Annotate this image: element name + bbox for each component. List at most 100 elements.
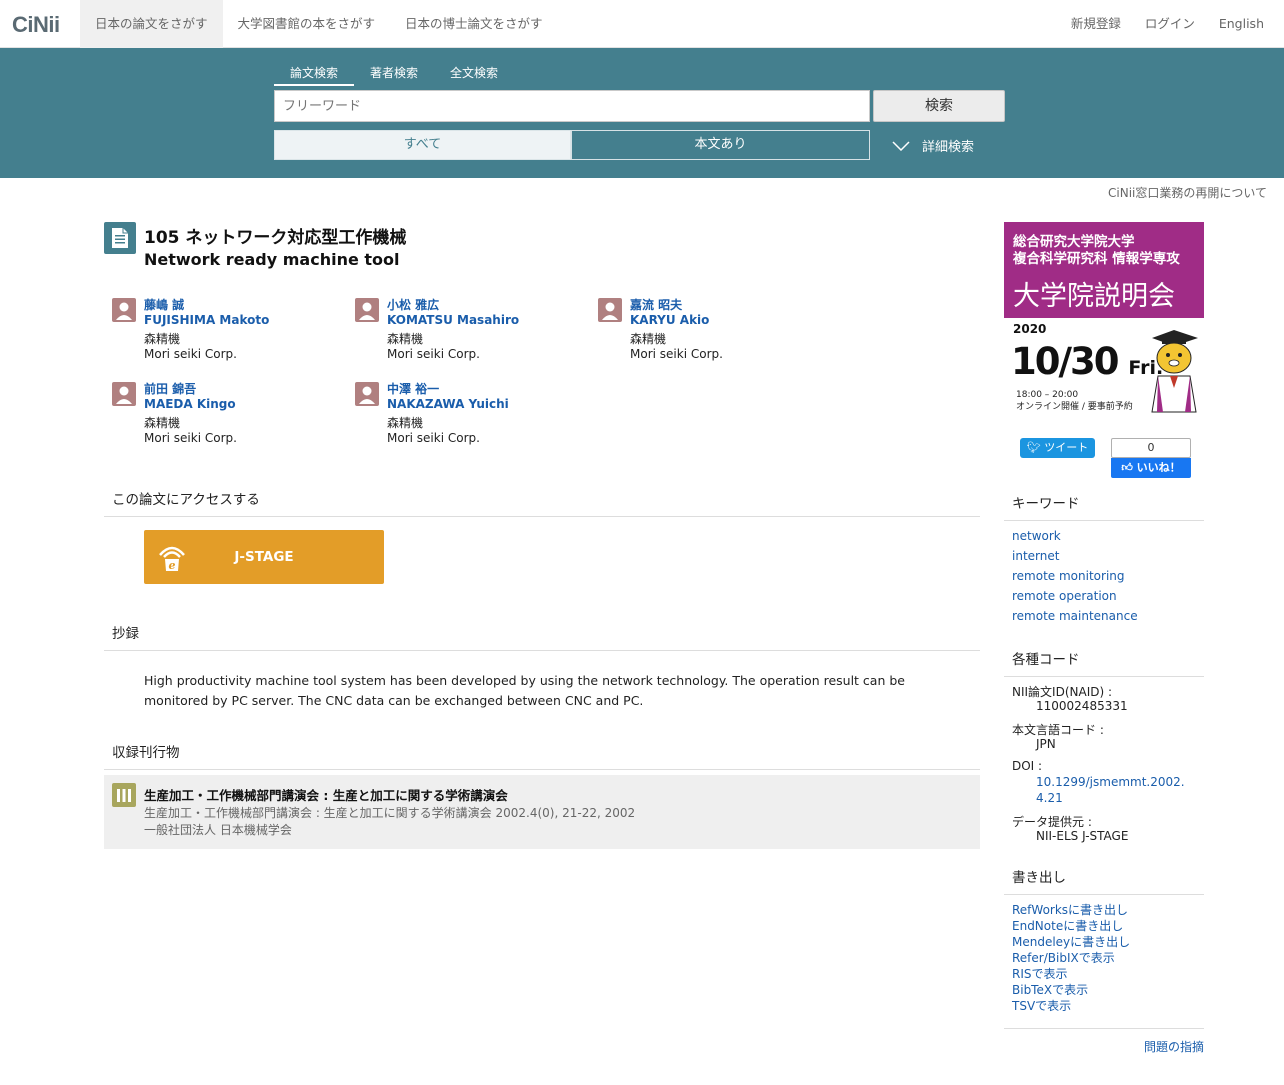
- search-type-tabs: 論文検索 著者検索 全文検索: [274, 64, 514, 86]
- doi-link[interactable]: 10.1299/jsmemmt.2002.4.21: [1036, 774, 1188, 806]
- keyword-link[interactable]: internet: [1012, 549, 1059, 563]
- twitter-icon: 🐦︎: [1026, 441, 1041, 454]
- author-name-ja[interactable]: 中澤 裕一: [387, 382, 439, 397]
- mascot-icon: [1151, 330, 1198, 413]
- author-name-ja[interactable]: 嘉流 昭夫: [630, 298, 682, 313]
- document-icon: [104, 222, 136, 254]
- author-affiliation-ja: 森精機: [630, 332, 667, 346]
- cinii-logo[interactable]: CiNii: [12, 12, 60, 38]
- author-affiliation-ja: 森精機: [387, 332, 424, 346]
- export-ris-link[interactable]: RISで表示: [1012, 965, 1068, 982]
- account-links: 新規登録 ログイン English: [1071, 0, 1264, 48]
- abstract-heading: 抄録: [104, 622, 980, 651]
- keyword-link[interactable]: remote monitoring: [1012, 569, 1125, 583]
- like-button[interactable]: 👍︎ いいね！: [1111, 458, 1191, 478]
- banner-year: 2020: [1013, 322, 1047, 336]
- tab-fulltext-search[interactable]: 全文検索: [434, 64, 514, 86]
- access-heading: この論文にアクセスする: [104, 488, 980, 517]
- banner-date: 10/30 Fri.: [1011, 340, 1164, 383]
- jstage-label: J-STAGE: [234, 549, 294, 565]
- thumbs-up-icon: 👍︎: [1121, 461, 1133, 474]
- author-affiliation-en: Mori seiki Corp.: [144, 347, 237, 361]
- naid-value: 110002485331: [1036, 699, 1128, 713]
- journal-publisher: 一般社団法人 日本機械学会: [144, 823, 292, 837]
- author-affiliation-en: Mori seiki Corp.: [387, 347, 480, 361]
- journal-citation-text: 生産加工・工作機械部門講演会 : 生産と加工に関する学術講演会 2002.4(0…: [144, 806, 636, 820]
- jstage-button[interactable]: e J-STAGE: [144, 530, 384, 584]
- author-affiliation-ja: 森精機: [387, 416, 424, 430]
- svg-text:e: e: [169, 559, 176, 572]
- like-count: 0: [1111, 438, 1191, 458]
- codes-heading: 各種コード: [1004, 648, 1204, 677]
- banner-line1: 総合研究大学院大学 複合科学研究科 情報学専攻: [1013, 234, 1180, 267]
- journal-box: 生産加工・工作機械部門講演会 : 生産と加工に関する学術講演会 生産加工・工作機…: [104, 775, 980, 849]
- author-affiliation-en: Mori seiki Corp.: [144, 431, 237, 445]
- person-icon: [112, 382, 136, 406]
- article-title-en: Network ready machine tool: [144, 250, 400, 269]
- filter-fulltext[interactable]: 本文あり: [571, 130, 870, 160]
- author-affiliation-en: Mori seiki Corp.: [630, 347, 723, 361]
- banner-header: 総合研究大学院大学 複合科学研究科 情報学専攻 大学院説明会: [1004, 222, 1204, 318]
- service-tabs: 日本の論文をさがす 大学図書館の本をさがす 日本の博士論文をさがす: [80, 0, 558, 48]
- journal-citation: 生産加工・工作機械部門講演会 : 生産と加工に関する学術講演会 2002.4(0…: [144, 805, 635, 839]
- keywords-heading: キーワード: [1004, 492, 1204, 521]
- filter-all[interactable]: すべて: [274, 130, 571, 160]
- tab-author-search[interactable]: 著者検索: [354, 64, 434, 86]
- person-icon: [598, 298, 622, 322]
- person-icon: [355, 298, 379, 322]
- journal-heading: 収録刊行物: [104, 741, 980, 770]
- author-name-en[interactable]: FUJISHIMA Makoto: [144, 313, 269, 328]
- jstage-icon: e: [159, 546, 185, 572]
- tab-books[interactable]: 大学図書館の本をさがす: [223, 0, 391, 48]
- search-band: 論文検索 著者検索 全文検索 検索 すべて 本文あり 詳細検索: [0, 48, 1284, 178]
- author-affiliation-en: Mori seiki Corp.: [387, 431, 480, 445]
- author-name-en[interactable]: KARYU Akio: [630, 313, 709, 328]
- keyword-link[interactable]: remote operation: [1012, 589, 1117, 603]
- login-link[interactable]: ログイン: [1145, 0, 1195, 48]
- author-affiliation-ja: 森精機: [144, 332, 181, 346]
- doi-label: DOI :: [1012, 759, 1043, 773]
- person-icon: [112, 298, 136, 322]
- author-affiliation-ja: 森精機: [144, 416, 181, 430]
- search-input[interactable]: [274, 90, 870, 122]
- author-name-ja[interactable]: 小松 雅広: [387, 298, 439, 313]
- banner-time: 18:00 – 20:00 オンライン開催 / 要事前予約: [1016, 390, 1133, 412]
- export-refer-link[interactable]: Refer/BibIXで表示: [1012, 949, 1115, 966]
- author-name-ja[interactable]: 藤嶋 誠: [144, 298, 184, 313]
- author-name-en[interactable]: KOMATSU Masahiro: [387, 313, 519, 328]
- top-navbar: CiNii 日本の論文をさがす 大学図書館の本をさがす 日本の博士論文をさがす …: [0, 0, 1284, 48]
- english-link[interactable]: English: [1219, 0, 1264, 48]
- author-name-ja[interactable]: 前田 錦吾: [144, 382, 196, 397]
- export-tsv-link[interactable]: TSVで表示: [1012, 997, 1071, 1014]
- keyword-link[interactable]: network: [1012, 529, 1061, 543]
- export-bibtex-link[interactable]: BibTeXで表示: [1012, 981, 1088, 998]
- export-heading: 書き出し: [1004, 866, 1204, 895]
- advanced-search-label: 詳細検索: [922, 140, 975, 155]
- person-icon: [355, 382, 379, 406]
- report-problem-link[interactable]: 問題の指摘: [1144, 1038, 1204, 1055]
- export-endnote-link[interactable]: EndNoteに書き出し: [1012, 917, 1123, 934]
- author-name-en[interactable]: MAEDA Kingo: [144, 397, 236, 412]
- tab-articles[interactable]: 日本の論文をさがす: [80, 0, 223, 48]
- register-link[interactable]: 新規登録: [1071, 0, 1121, 48]
- notice-link[interactable]: CiNii窓口業務の再開について: [1108, 184, 1267, 201]
- advanced-search-toggle[interactable]: 詳細検索: [892, 136, 974, 155]
- banner-title: 大学院説明会: [1013, 281, 1175, 312]
- language-value: JPN: [1036, 737, 1056, 751]
- tweet-button[interactable]: 🐦︎ ツイート: [1020, 438, 1095, 458]
- abstract-text: High productivity machine tool system ha…: [144, 673, 905, 708]
- event-banner[interactable]: 総合研究大学院大学 複合科学研究科 情報学専攻 大学院説明会 2020 10/3…: [1004, 222, 1204, 416]
- tab-article-search[interactable]: 論文検索: [274, 64, 354, 86]
- tab-dissertations[interactable]: 日本の博士論文をさがす: [390, 0, 558, 48]
- journal-title[interactable]: 生産加工・工作機械部門講演会 : 生産と加工に関する学術講演会: [144, 785, 508, 804]
- article-title-ja: 105 ネットワーク対応型工作機械: [144, 228, 407, 248]
- export-refworks-link[interactable]: RefWorksに書き出し: [1012, 901, 1128, 918]
- search-button[interactable]: 検索: [873, 90, 1005, 122]
- provider-value: NII-ELS J-STAGE: [1036, 829, 1129, 843]
- author-name-en[interactable]: NAKAZAWA Yuichi: [387, 397, 509, 412]
- export-mendeley-link[interactable]: Mendeleyに書き出し: [1012, 933, 1130, 950]
- journal-icon: [112, 783, 136, 807]
- sidebar-divider: [1004, 1028, 1204, 1029]
- keyword-link[interactable]: remote maintenance: [1012, 609, 1138, 623]
- chevron-down-icon: [892, 140, 910, 151]
